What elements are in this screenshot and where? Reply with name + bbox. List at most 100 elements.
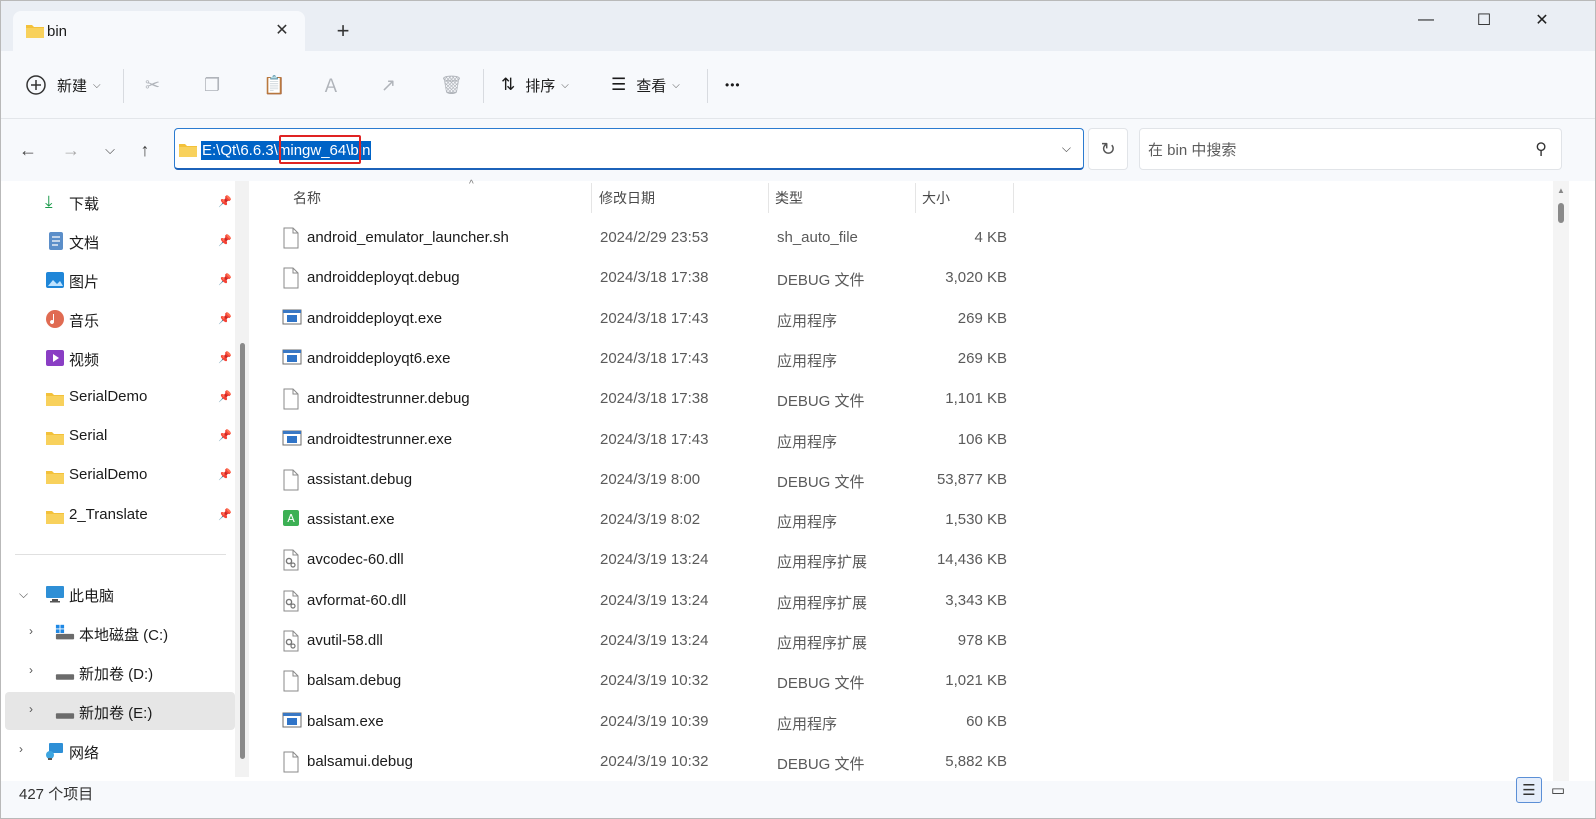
paste-icon[interactable]: 📋 [263, 69, 285, 101]
recent-locations-button[interactable]: ⌵ [95, 135, 125, 165]
file-row[interactable]: avcodec-60.dll 2024/3/19 13:24 应用程序扩展 14,43… [277, 541, 1017, 581]
sidebar-item-label: 音乐 [69, 313, 100, 330]
view-list-icon: ☰ [611, 75, 627, 94]
file-row[interactable]: balsam.debug 2024/3/19 10:32 DEBUG 文件 1,021… [277, 662, 1017, 702]
search-box[interactable]: ⚲ [1139, 128, 1562, 170]
file-row[interactable]: Aassistant.exe 2024/3/19 8:02 应用程序 1,530 KB [277, 501, 1017, 541]
cut-icon[interactable]: ✂ [145, 69, 160, 101]
new-tab-button[interactable]: + [331, 20, 355, 44]
document-icon [49, 232, 63, 250]
address-row: ← → ⌵ ↑ E:\Qt\6.6.3\mingw_64\bin ⌵ ↻ ⚲ [1, 119, 1595, 181]
file-row[interactable]: androidtestrunner.exe 2024/3/18 17:43 应用程序… [277, 421, 1017, 461]
back-button[interactable]: ← [13, 135, 43, 165]
file-name: androiddeployqt.exe [307, 309, 443, 327]
close-tab-icon[interactable]: ✕ [273, 22, 291, 40]
sidebar-item-videos[interactable]: 视频 📌 [5, 339, 235, 377]
sidebar-item-serialdemo-2[interactable]: SerialDemo 📌 [5, 456, 235, 494]
sidebar-item-serialdemo[interactable]: SerialDemo 📌 [5, 378, 235, 416]
pin-icon[interactable]: 📌 [218, 468, 232, 481]
pin-icon[interactable]: 📌 [218, 508, 232, 521]
column-divider[interactable] [768, 183, 769, 213]
picture-icon [46, 272, 64, 288]
status-bar: 427 个项目 ☰ ▭ [1, 777, 1595, 818]
pin-icon[interactable]: 📌 [218, 195, 232, 208]
column-header-size[interactable]: 大小 [922, 181, 1012, 215]
column-header-type[interactable]: 类型 [775, 181, 915, 215]
delete-icon[interactable]: 🗑 [440, 69, 463, 101]
file-row[interactable]: balsam.exe 2024/3/19 10:39 应用程序 60 KB [277, 703, 1017, 743]
sidebar-item-label: 新加卷 (D:) [79, 666, 154, 683]
scrollbar-thumb[interactable] [240, 343, 245, 759]
sidebar-item-music[interactable]: 音乐 📌 [5, 300, 235, 338]
drive-c-icon [55, 624, 75, 640]
column-header-name[interactable]: 名称 ^ [293, 179, 593, 215]
more-options-button[interactable]: ••• [725, 69, 741, 101]
column-divider[interactable] [1013, 183, 1014, 213]
chevron-down-icon[interactable]: ⌵ [1062, 141, 1071, 156]
column-header-date[interactable]: 修改日期 [599, 181, 769, 215]
up-button[interactable]: ↑ [130, 135, 160, 165]
scrollbar-thumb[interactable] [1558, 203, 1564, 223]
chevron-down-icon[interactable]: ⌵ [19, 587, 28, 602]
file-name: androidtestrunner.debug [307, 390, 470, 408]
pin-icon[interactable]: 📌 [218, 429, 232, 442]
pin-icon[interactable]: 📌 [218, 390, 232, 403]
view-button[interactable]: ☰ 查看 ⌵ [611, 69, 680, 101]
sidebar-item-2-translate[interactable]: 2_Translate 📌 [5, 496, 235, 534]
sidebar-item-drive-d[interactable]: › 新加卷 (D:) [5, 653, 235, 691]
chevron-right-icon[interactable]: › [19, 742, 23, 756]
details-view-button[interactable]: ☰ [1516, 777, 1542, 803]
pin-icon[interactable]: 📌 [218, 234, 232, 247]
file-list-scrollbar[interactable]: ▲ [1553, 181, 1569, 781]
pin-icon[interactable]: 📌 [218, 273, 232, 286]
file-name: androiddeployqt.debug [307, 269, 460, 287]
tab-bin[interactable]: bin ✕ [13, 11, 305, 51]
maximize-button[interactable]: ☐ [1461, 5, 1507, 35]
sidebar-scrollbar[interactable] [235, 181, 249, 777]
column-divider[interactable] [915, 183, 916, 213]
pin-icon[interactable]: 📌 [218, 351, 232, 364]
copy-icon[interactable]: ❐ [204, 69, 220, 101]
share-icon[interactable]: ↗ [381, 69, 396, 101]
file-type: 应用程序 [777, 715, 838, 733]
sidebar-item-drive-c[interactable]: › 本地磁盘 (C:) [5, 614, 235, 652]
column-divider[interactable] [591, 183, 592, 213]
sidebar-item-drive-e[interactable]: › 新加卷 (E:) [5, 692, 235, 730]
sidebar-item-serial[interactable]: Serial 📌 [5, 417, 235, 455]
minimize-button[interactable]: — [1403, 5, 1449, 35]
pin-icon[interactable]: 📌 [218, 312, 232, 325]
file-row[interactable]: androiddeployqt.debug 2024/3/18 17:38 DEBU… [277, 259, 1017, 299]
chevron-right-icon[interactable]: › [29, 702, 33, 716]
file-row[interactable]: avutil-58.dll 2024/3/19 13:24 应用程序扩展 978 KB [277, 622, 1017, 662]
forward-button[interactable]: → [56, 135, 86, 165]
sidebar-item-downloads[interactable]: ⤓ 下载 📌 [5, 183, 235, 221]
close-window-button[interactable]: ✕ [1519, 5, 1565, 35]
file-row[interactable]: assistant.debug 2024/3/19 8:00 DEBUG 文件 53,… [277, 461, 1017, 501]
sidebar-item-this-pc[interactable]: ⌵ 此电脑 [5, 575, 235, 613]
rename-icon[interactable]: Ａ [322, 69, 340, 101]
sidebar-item-label: 2_Translate [69, 506, 148, 523]
new-button[interactable]: 新建 ⌵ [25, 69, 101, 101]
folder-icon [46, 511, 64, 524]
refresh-button[interactable]: ↻ [1088, 128, 1128, 170]
file-row[interactable]: balsamui.debug 2024/3/19 10:32 DEBUG 文件 5,8… [277, 743, 1017, 783]
navigation-pane: ⤓ 下载 📌 文档 📌 图片 📌 音乐 📌 视频 📌 SerialDemo 📌 … [1, 181, 249, 789]
sidebar-item-network[interactable]: › 网络 [5, 732, 235, 770]
file-row[interactable]: avformat-60.dll 2024/3/19 13:24 应用程序扩展 3,34… [277, 582, 1017, 622]
file-row[interactable]: androiddeployqt.exe 2024/3/18 17:43 应用程序 26… [277, 300, 1017, 340]
scroll-up-icon[interactable]: ▲ [1557, 186, 1565, 195]
plus-circle-icon [26, 75, 46, 95]
sort-button[interactable]: ⇅ 排序 ⌵ [501, 69, 569, 101]
chevron-right-icon[interactable]: › [29, 624, 33, 638]
file-row[interactable]: android_emulator_launcher.sh 2024/2/29 23… [277, 219, 1017, 259]
tiles-view-button[interactable]: ▭ [1545, 777, 1571, 803]
chevron-right-icon[interactable]: › [29, 663, 33, 677]
sidebar-item-pictures[interactable]: 图片 📌 [5, 261, 235, 299]
search-input[interactable] [1148, 139, 1508, 161]
address-bar[interactable]: E:\Qt\6.6.3\mingw_64\bin ⌵ [174, 128, 1084, 170]
file-row[interactable]: androidtestrunner.debug 2024/3/18 17:38 DE… [277, 380, 1017, 420]
file-row[interactable]: androiddeployqt6.exe 2024/3/18 17:43 应用程序 2… [277, 340, 1017, 380]
sidebar-item-documents[interactable]: 文档 📌 [5, 222, 235, 260]
file-type: DEBUG 文件 [777, 473, 865, 491]
search-icon[interactable]: ⚲ [1535, 139, 1547, 159]
